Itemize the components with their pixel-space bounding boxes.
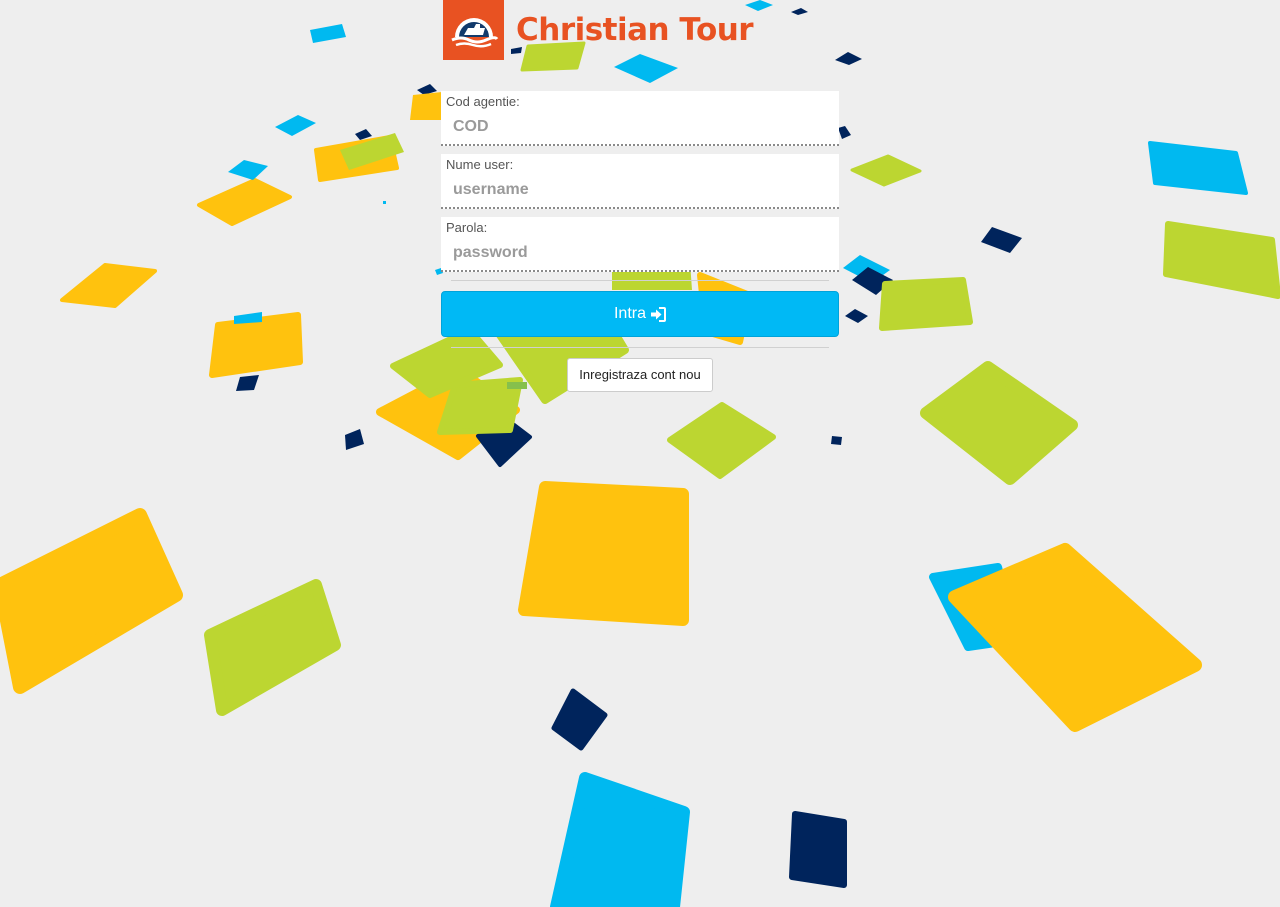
confetti-tile bbox=[920, 361, 1078, 485]
confetti-tile bbox=[789, 811, 847, 888]
confetti-tile bbox=[383, 201, 386, 204]
confetti-tile bbox=[209, 312, 303, 378]
password-field: Parola: bbox=[441, 217, 839, 272]
confetti-tile bbox=[518, 481, 689, 626]
confetti-tile bbox=[831, 436, 842, 445]
confetti-tile bbox=[850, 154, 922, 187]
sign-in-icon bbox=[650, 306, 666, 322]
login-button-label: Intra bbox=[613, 305, 646, 322]
login-form: Cod agentie: Nume user: Parola: Intra In… bbox=[441, 91, 839, 392]
username-field: Nume user: bbox=[441, 154, 839, 209]
confetti-tile bbox=[204, 579, 341, 716]
confetti-tile bbox=[551, 688, 608, 751]
confetti-tile bbox=[879, 277, 973, 331]
confetti-tile bbox=[355, 129, 372, 140]
confetti-tile bbox=[275, 115, 316, 136]
confetti-tile bbox=[981, 227, 1022, 253]
confetti-tile bbox=[0, 508, 183, 694]
confetti-tile bbox=[197, 178, 292, 226]
confetti-tile bbox=[345, 429, 364, 450]
confetti-tile bbox=[948, 543, 1202, 732]
confetti-tile bbox=[835, 52, 862, 65]
password-input[interactable] bbox=[441, 239, 839, 267]
confetti-tile bbox=[60, 263, 157, 308]
username-input[interactable] bbox=[441, 176, 839, 204]
brand-header: Christian Tour bbox=[443, 0, 754, 60]
register-wrapper: Inregistraza cont nou bbox=[441, 358, 839, 392]
confetti-tile bbox=[310, 24, 346, 43]
login-button[interactable]: Intra bbox=[441, 291, 839, 337]
confetti-tile bbox=[236, 375, 259, 391]
confetti-tile bbox=[791, 8, 808, 15]
confetti-tile bbox=[550, 772, 690, 907]
register-button[interactable]: Inregistraza cont nou bbox=[567, 358, 713, 392]
agency-code-input[interactable] bbox=[441, 113, 839, 141]
confetti-tile bbox=[410, 92, 442, 120]
username-label: Nume user: bbox=[446, 157, 514, 172]
confetti-tile bbox=[838, 126, 851, 139]
agency-code-field: Cod agentie: bbox=[441, 91, 839, 146]
confetti-tile bbox=[1148, 141, 1248, 195]
confetti-tile bbox=[228, 160, 268, 180]
confetti-tile bbox=[667, 402, 776, 479]
confetti-tile bbox=[845, 309, 868, 323]
divider bbox=[451, 347, 829, 348]
confetti-tile bbox=[234, 312, 262, 324]
confetti-tile bbox=[1163, 221, 1280, 299]
brand-name: Christian Tour bbox=[516, 12, 754, 48]
password-label: Parola: bbox=[446, 220, 488, 235]
divider bbox=[451, 280, 829, 281]
agency-code-label: Cod agentie: bbox=[446, 94, 520, 109]
ship-wave-logo-icon bbox=[443, 0, 504, 60]
